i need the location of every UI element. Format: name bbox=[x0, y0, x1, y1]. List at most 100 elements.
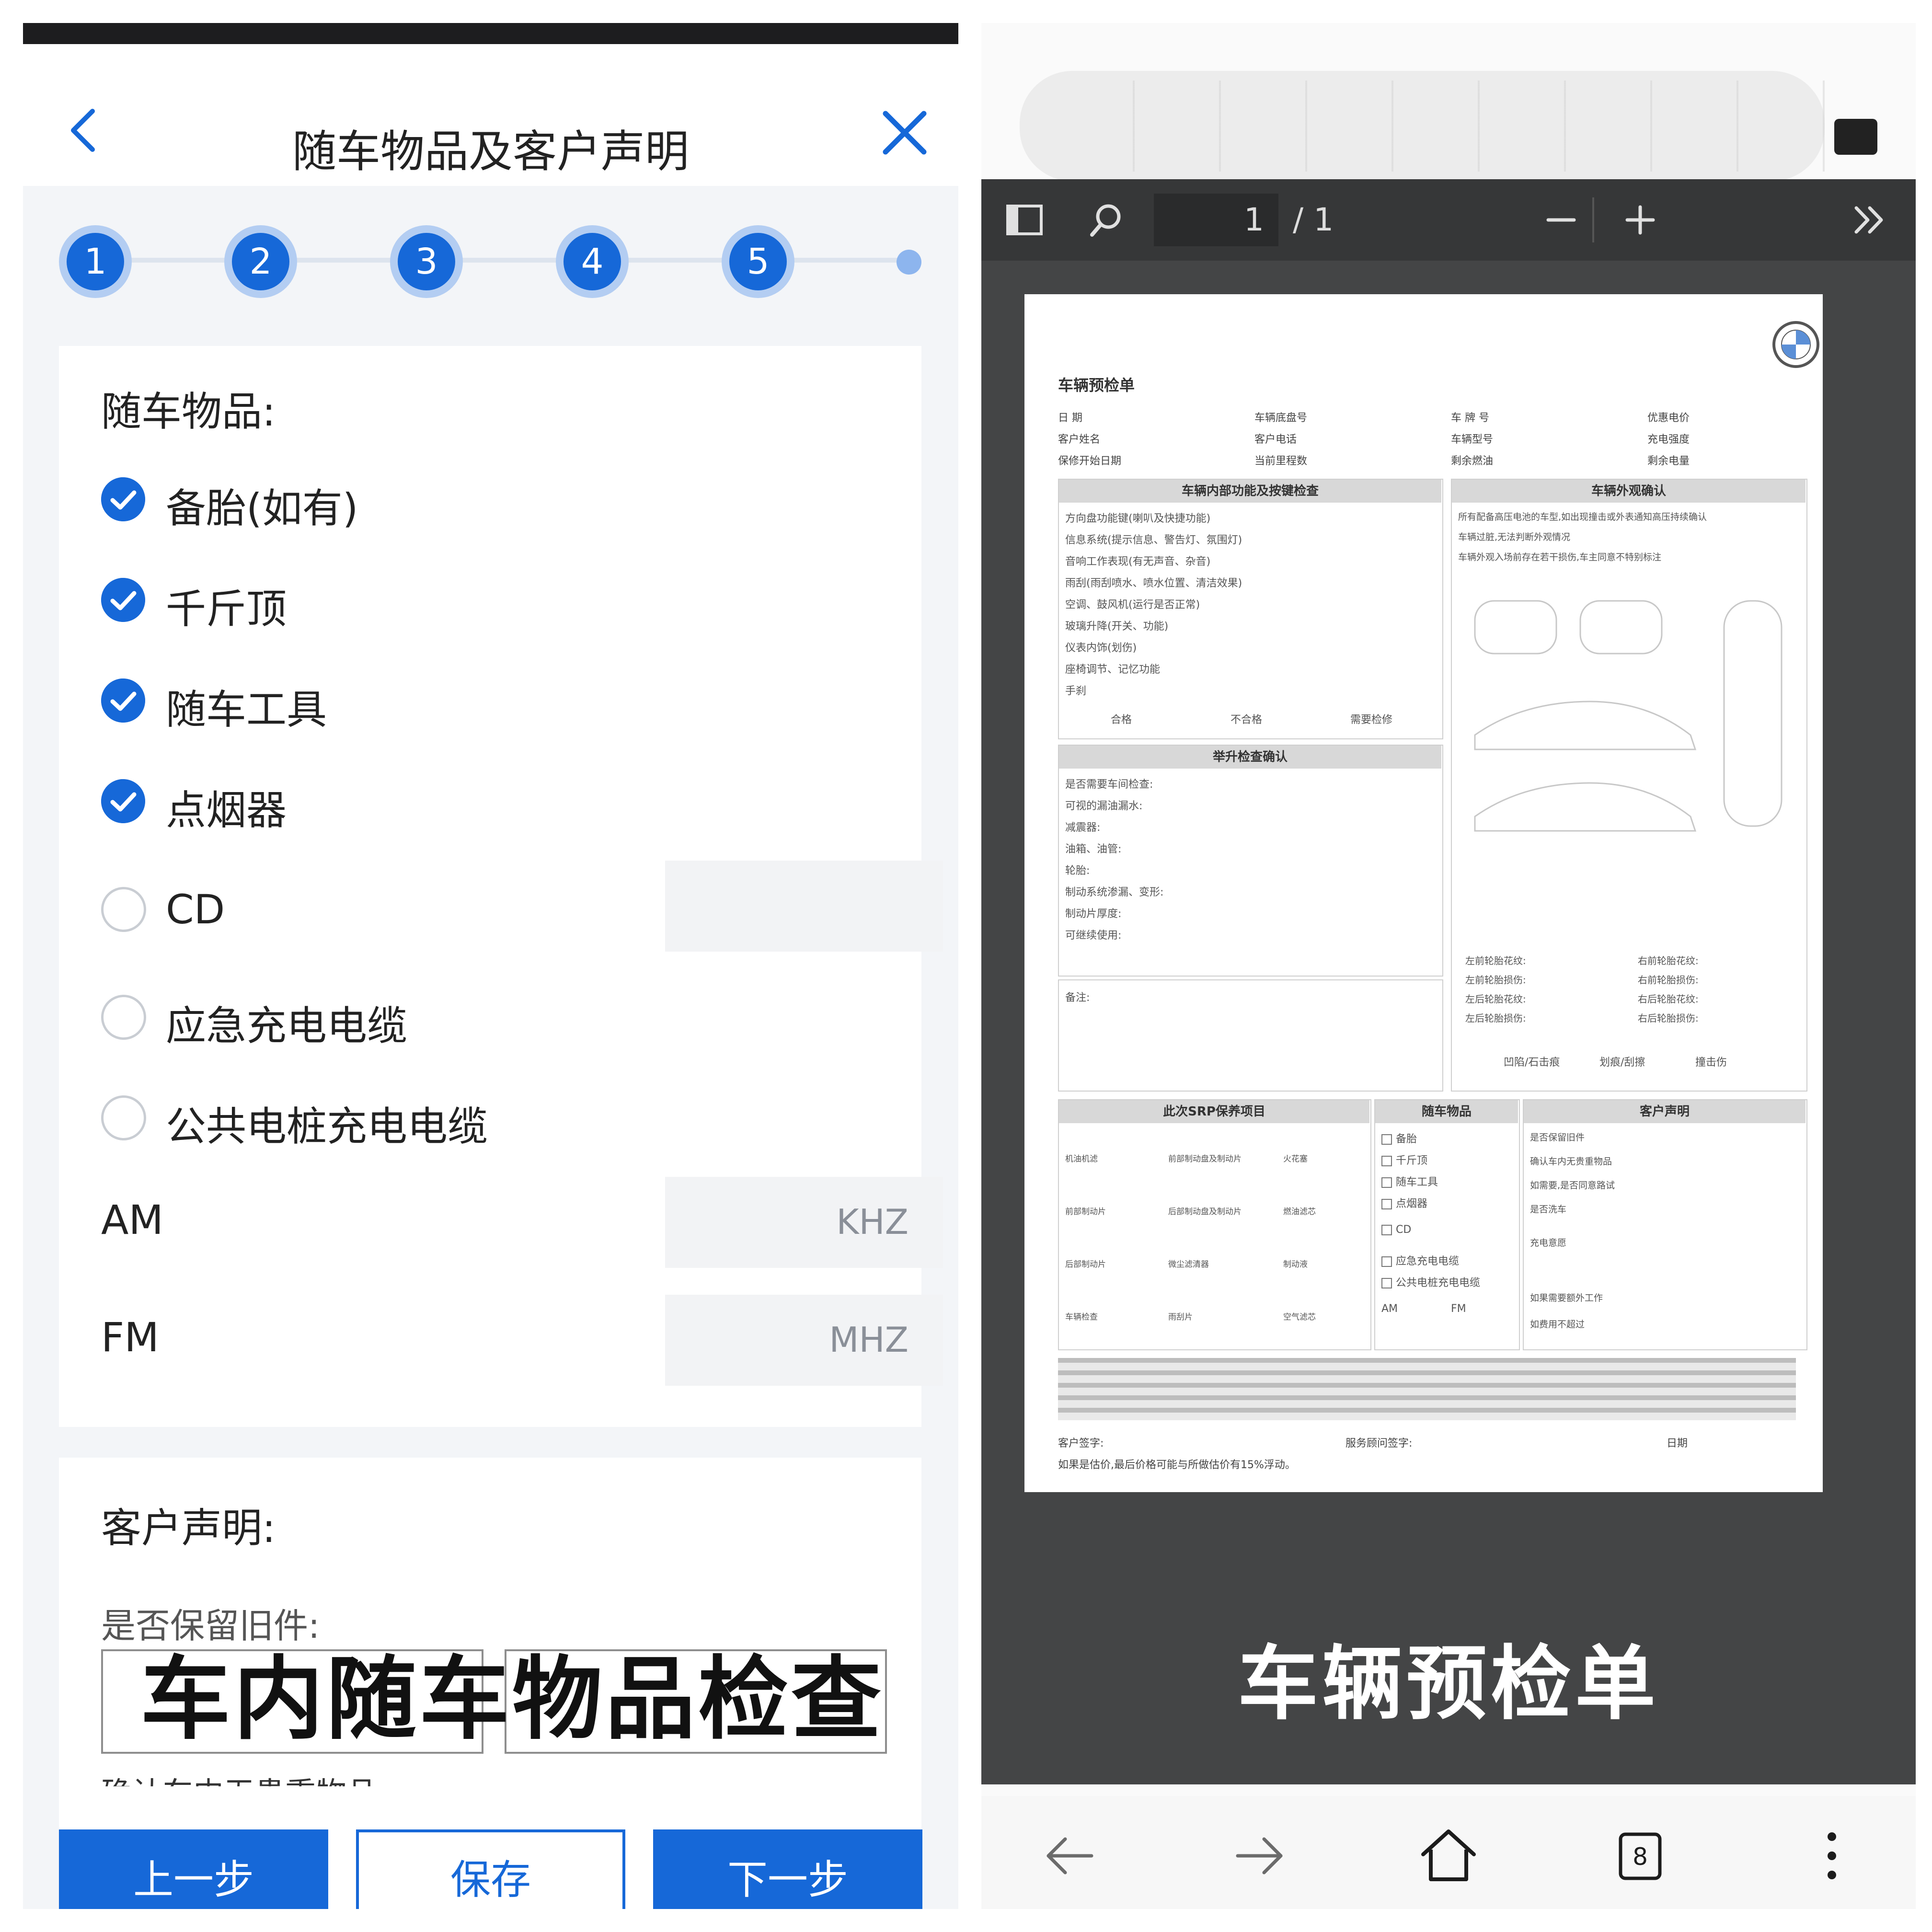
advisor-signature-label: 服务顾问签字: bbox=[1346, 1438, 1413, 1449]
prev-step-button[interactable]: 上一步 bbox=[59, 1829, 328, 1909]
tire-label: 左前轮胎损伤: bbox=[1465, 974, 1526, 986]
bmw-logo-icon bbox=[1772, 321, 1819, 368]
step-4[interactable]: 4 bbox=[556, 225, 629, 298]
exterior-note: 车辆过脏,无法判断外观情况 bbox=[1458, 532, 1571, 542]
date-label: 日期 bbox=[1667, 1438, 1688, 1449]
step-2[interactable]: 2 bbox=[224, 225, 297, 298]
lift-item: 制动片厚度: bbox=[1065, 908, 1122, 920]
browser-bottom-nav: 8 bbox=[981, 1796, 1916, 1909]
car-diagram bbox=[1474, 600, 1782, 832]
srp-item: 前部制动盘及制动片 bbox=[1168, 1154, 1242, 1164]
blurred-corner-block bbox=[1834, 119, 1877, 155]
lift-item: 制动系统渗漏、变形: bbox=[1065, 886, 1164, 898]
item-list-entry: 点烟器 bbox=[1381, 1195, 1427, 1210]
item-label: 千斤顶 bbox=[166, 586, 287, 632]
tire-label: 右前轮胎损伤: bbox=[1638, 974, 1699, 986]
srp-item: 雨刮片 bbox=[1168, 1312, 1193, 1322]
interior-item: 玻璃升降(开关、功能) bbox=[1065, 621, 1169, 632]
next-step-button[interactable]: 下一步 bbox=[653, 1829, 922, 1909]
radio-empty-icon[interactable] bbox=[101, 1095, 146, 1140]
item-label: 公共电桩充电电缆 bbox=[166, 1103, 488, 1150]
interior-item: 信息系统(提示信息、警告灯、氛围灯) bbox=[1065, 534, 1242, 546]
hdr-field: 保修开始日期 bbox=[1058, 455, 1122, 467]
item-cd[interactable]: CD bbox=[101, 880, 916, 938]
item-cigarette-lighter[interactable]: 点烟器 bbox=[101, 772, 916, 834]
menu-dots-icon[interactable] bbox=[1801, 1825, 1863, 1887]
zoom-out-icon[interactable] bbox=[1540, 198, 1583, 242]
item-spare-tire[interactable]: 备胎(如有) bbox=[101, 471, 916, 532]
step-1[interactable]: 1 bbox=[59, 225, 132, 298]
hdr-field: 当前里程数 bbox=[1254, 455, 1308, 467]
check-circle-icon[interactable] bbox=[101, 578, 145, 622]
hdr-field: 车辆底盘号 bbox=[1254, 412, 1308, 424]
radio-empty-icon[interactable] bbox=[101, 887, 146, 932]
tire-label: 左前轮胎花纹: bbox=[1465, 955, 1526, 966]
back-arrow-icon[interactable] bbox=[1039, 1825, 1101, 1887]
declaration-entry: 如果需要额外工作 bbox=[1530, 1293, 1603, 1303]
zoom-in-icon[interactable] bbox=[1619, 198, 1662, 242]
declaration-entry: 充电意愿 bbox=[1530, 1238, 1567, 1248]
radio-empty-icon[interactable] bbox=[101, 995, 146, 1040]
legend-item: 不合格 bbox=[1230, 714, 1263, 726]
fm-unit: MHZ bbox=[829, 1320, 908, 1360]
home-icon[interactable] bbox=[1417, 1825, 1480, 1887]
tire-label: 左后轮胎花纹: bbox=[1465, 993, 1526, 1005]
item-emergency-cable[interactable]: 应急充电电缆 bbox=[101, 988, 916, 1049]
srp-item: 燃油滤芯 bbox=[1283, 1207, 1316, 1217]
am-input[interactable]: KHZ bbox=[665, 1177, 943, 1268]
hdr-field: 客户姓名 bbox=[1058, 434, 1101, 446]
am-unit: KHZ bbox=[836, 1202, 908, 1242]
step-number: 3 bbox=[398, 233, 455, 290]
tabs-count: 8 bbox=[1633, 1843, 1648, 1871]
item-list-entry: 应急充电电缆 bbox=[1381, 1253, 1459, 1268]
forward-arrow-icon[interactable] bbox=[1228, 1825, 1290, 1887]
fm-input[interactable]: MHZ bbox=[665, 1295, 943, 1386]
check-circle-icon[interactable] bbox=[101, 779, 145, 823]
srp-item: 微尘滤清器 bbox=[1168, 1260, 1209, 1269]
exterior-header: 车辆外观确认 bbox=[1452, 480, 1806, 503]
pdf-toolbar: 1 / 1 bbox=[981, 179, 1916, 261]
declaration-entry: 确认车内无贵重物品 bbox=[1530, 1156, 1612, 1167]
item-list-entry: CD bbox=[1381, 1224, 1411, 1236]
lift-item: 可继续使用: bbox=[1065, 930, 1122, 942]
doc-title: 车辆预检单 bbox=[1058, 376, 1135, 394]
srp-header: 此次SRP保养项目 bbox=[1059, 1100, 1369, 1123]
lift-item: 可视的漏油漏水: bbox=[1065, 800, 1143, 812]
item-tools[interactable]: 随车工具 bbox=[101, 672, 916, 733]
hdr-field: 车辆型号 bbox=[1451, 434, 1494, 446]
tabs-icon[interactable]: 8 bbox=[1609, 1825, 1671, 1887]
tire-label: 右后轮胎花纹: bbox=[1638, 993, 1699, 1005]
sheet-declaration-header: 客户声明 bbox=[1524, 1100, 1806, 1123]
declaration-entry: 如费用不超过 bbox=[1530, 1319, 1585, 1330]
more-tools-icon[interactable] bbox=[1849, 198, 1892, 242]
overlay-caption: 车内随车物品检查 bbox=[140, 1647, 884, 1752]
page-title: 随车物品及客户声明 bbox=[292, 126, 689, 177]
item-public-charging-cable[interactable]: 公共电桩充电电缆 bbox=[101, 1089, 916, 1150]
check-circle-icon[interactable] bbox=[101, 678, 145, 723]
exterior-note: 车辆外观入场前存在若干损伤,车主同意不特别标注 bbox=[1458, 552, 1662, 563]
check-circle-icon[interactable] bbox=[101, 477, 145, 521]
save-button[interactable]: 保存 bbox=[356, 1829, 625, 1909]
srp-section bbox=[1058, 1099, 1371, 1350]
step-final-dot[interactable] bbox=[897, 250, 921, 275]
customer-signature-label: 客户签字: bbox=[1058, 1438, 1104, 1449]
step-number: 4 bbox=[564, 233, 621, 290]
fine-print-block bbox=[1058, 1358, 1796, 1420]
item-jack[interactable]: 千斤顶 bbox=[101, 571, 916, 632]
interior-item: 座椅调节、记忆功能 bbox=[1065, 664, 1161, 676]
step-number: 1 bbox=[67, 233, 124, 290]
toolbar-separator bbox=[1592, 197, 1594, 242]
step-3[interactable]: 3 bbox=[390, 225, 463, 298]
item-label: 应急充电电缆 bbox=[166, 1002, 408, 1049]
interior-header: 车辆内部功能及按键检查 bbox=[1059, 480, 1441, 503]
hdr-field: 充电强度 bbox=[1647, 434, 1690, 446]
close-x-icon[interactable] bbox=[878, 106, 931, 159]
search-icon[interactable] bbox=[1084, 198, 1127, 242]
step-5[interactable]: 5 bbox=[722, 225, 794, 298]
interior-item: 手刹 bbox=[1065, 685, 1087, 697]
page-number-input[interactable]: 1 bbox=[1154, 194, 1278, 246]
sidebar-toggle-icon[interactable] bbox=[1003, 198, 1046, 242]
srp-item: 火花塞 bbox=[1283, 1154, 1308, 1164]
declaration-title: 客户声明: bbox=[101, 1505, 276, 1552]
lift-item: 减震器: bbox=[1065, 822, 1101, 834]
